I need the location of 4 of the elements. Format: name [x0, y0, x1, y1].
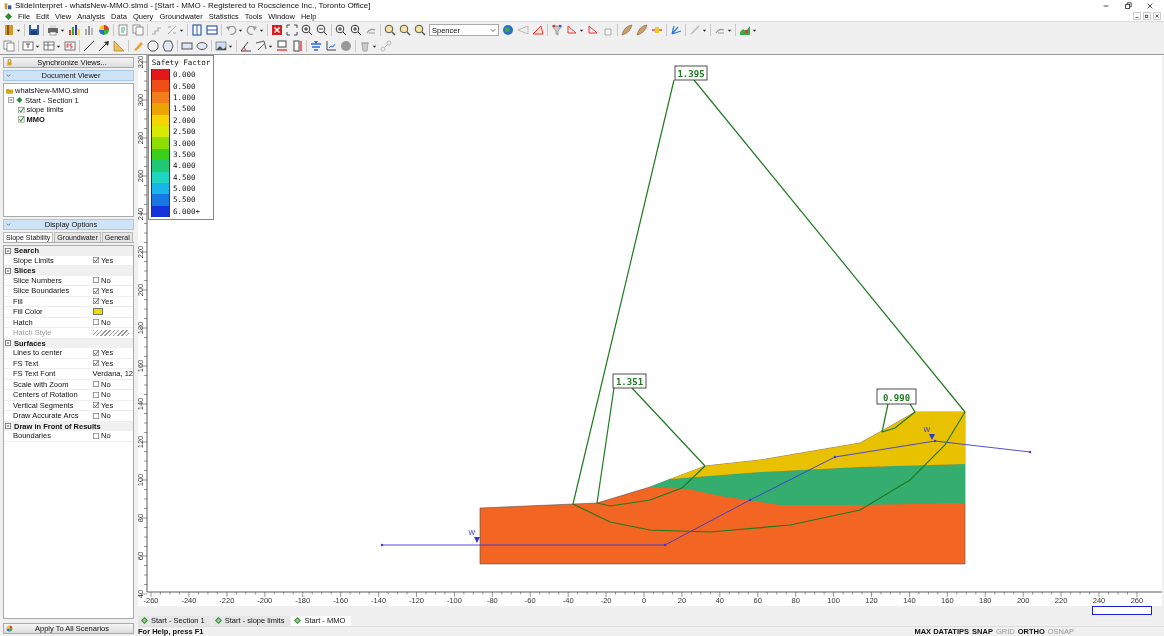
safety-factor-label: 0.990: [876, 388, 917, 405]
safety-factor-label: 1.395: [674, 65, 708, 81]
safety-factor-label: 1.351: [612, 373, 647, 389]
window-title: SlideInterpret - whatsNew-MMO.slmd - [Start - MMO - Registered to Rocscience Inc., Toronto Office]: [15, 1, 371, 10]
